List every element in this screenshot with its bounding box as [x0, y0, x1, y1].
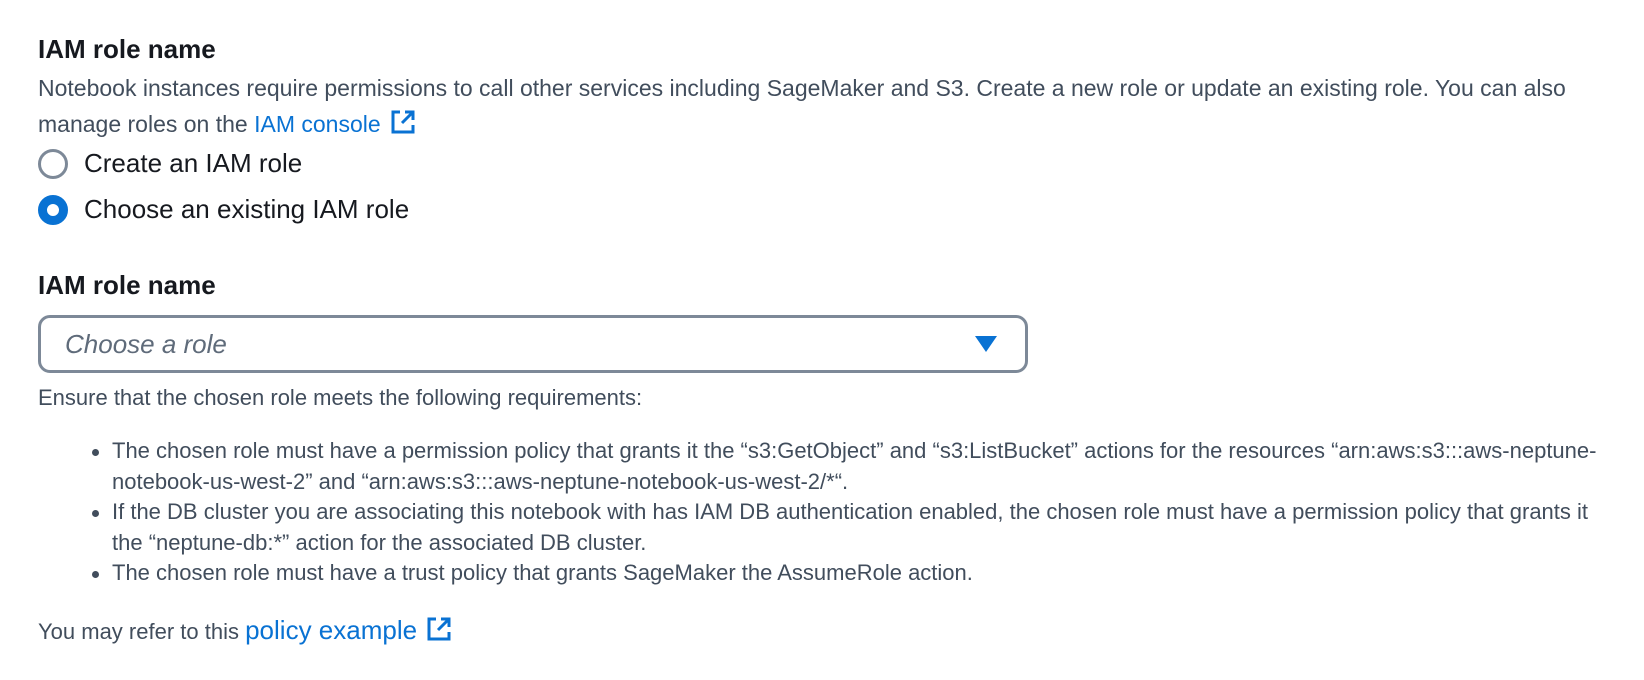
- iam-role-select[interactable]: Choose a role: [38, 315, 1028, 373]
- list-item: If the DB cluster you are associating th…: [92, 497, 1612, 558]
- list-item: The chosen role must have a trust policy…: [92, 558, 1612, 589]
- iam-console-link-label: IAM console: [254, 111, 381, 137]
- policy-example-link-label: policy example: [245, 615, 418, 645]
- external-link-icon: [389, 108, 417, 146]
- list-item: The chosen role must have a permission p…: [92, 436, 1612, 497]
- iam-console-link[interactable]: IAM console: [254, 110, 417, 137]
- iam-role-select-title: IAM role name: [38, 270, 216, 300]
- iam-role-description: Notebook instances require permissions t…: [38, 70, 1628, 146]
- radio-existing-label: Choose an existing IAM role: [84, 194, 410, 224]
- radio-create-iam-role[interactable]: Create an IAM role: [38, 148, 302, 179]
- radio-existing-circle[interactable]: [38, 194, 68, 225]
- iam-role-select-placeholder: Choose a role: [65, 328, 227, 359]
- requirements-intro: Ensure that the chosen role meets the fo…: [38, 385, 643, 410]
- refer-text: You may refer to this: [38, 619, 239, 644]
- caret-down-icon: [975, 336, 997, 352]
- iam-role-form: IAM role name Notebook instances require…: [0, 0, 1644, 680]
- iam-role-section-title: IAM role name: [38, 34, 216, 64]
- policy-example-link[interactable]: policy example: [245, 615, 453, 645]
- radio-choose-existing-iam-role[interactable]: Choose an existing IAM role: [38, 194, 409, 225]
- policy-example-reference: You may refer to this policy example: [38, 610, 453, 654]
- radio-create-circle[interactable]: [38, 148, 68, 179]
- external-link-icon: [425, 614, 453, 654]
- requirements-list: The chosen role must have a permission p…: [92, 436, 1612, 589]
- radio-create-label: Create an IAM role: [84, 148, 303, 178]
